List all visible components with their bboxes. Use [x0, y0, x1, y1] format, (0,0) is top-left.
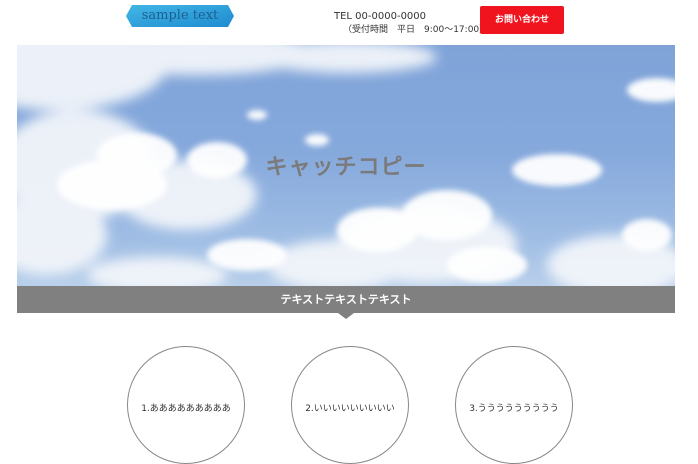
contact-button[interactable]: お問い合わせ	[480, 6, 564, 34]
phone-number: TEL 00-0000-0000	[334, 11, 427, 22]
feature-circle-1[interactable]: 1.あああああああああ	[127, 346, 245, 464]
feature-label-2: 2.いいいいいいいいい	[305, 404, 395, 414]
feature-label-3: 3.ううううううううう	[469, 404, 559, 414]
catch-copy: キャッチコピー	[265, 155, 427, 180]
logo-text: sample text	[141, 8, 219, 23]
feature-circle-3[interactable]: 3.ううううううううう	[455, 346, 573, 464]
site-header: sample text TEL 00-0000-0000 （受付時間 平日 9:…	[0, 0, 698, 44]
feature-circle-2[interactable]: 2.いいいいいいいいい	[291, 346, 409, 464]
hero-image: キャッチコピー	[17, 45, 675, 286]
banner-arrow	[338, 313, 354, 319]
business-hours: （受付時間 平日 9:00〜17:00）	[343, 25, 489, 35]
feature-label-1: 1.あああああああああ	[141, 404, 231, 414]
site-logo[interactable]: sample text	[126, 5, 234, 27]
section-banner: テキストテキストテキスト	[17, 286, 675, 313]
